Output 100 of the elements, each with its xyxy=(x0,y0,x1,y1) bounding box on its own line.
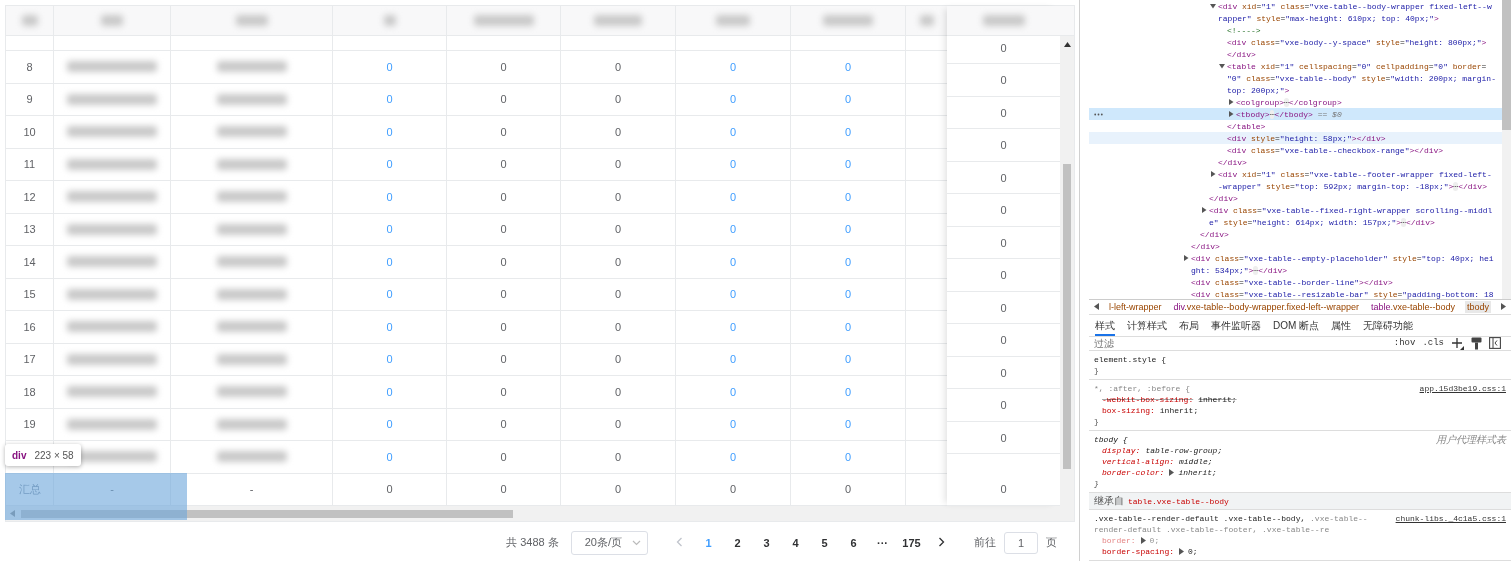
code-line[interactable]: <div class="vxe-table--border-line"></div> xyxy=(1191,277,1393,287)
plus-icon[interactable] xyxy=(1451,336,1464,350)
stylesheet-link[interactable]: app.15d3be19.css:1 xyxy=(1419,384,1506,393)
cell-value: 0 xyxy=(500,353,507,366)
panel-tab[interactable]: 布局 xyxy=(1179,314,1199,336)
chevron-right-icon[interactable] xyxy=(937,536,945,547)
cell-value: 0 xyxy=(614,125,622,138)
more-icon[interactable] xyxy=(1094,113,1103,116)
css-declaration[interactable]: vertical-align: middle; xyxy=(1094,456,1213,467)
css-declaration[interactable]: border-spacing: 0; xyxy=(1094,546,1198,557)
code-line[interactable]: <div xid="1" class="vxe-table--body-wrapper fixed-left--w xyxy=(1218,1,1492,11)
scrollbar-thumb[interactable] xyxy=(1502,0,1511,130)
css-declaration[interactable]: border-color: inherit; xyxy=(1094,467,1217,478)
expand-triangle-icon[interactable] xyxy=(1169,469,1176,476)
page-button[interactable]: 4 xyxy=(781,531,810,554)
code-line[interactable]: <div class="vxe-body--y-space" style="height: 800px;"> xyxy=(1227,37,1487,47)
blurred-text xyxy=(216,158,287,170)
code-line[interactable]: -wrapper" style="top: 592px; margin-top: -18px;">⋯</div> xyxy=(1218,181,1487,191)
code-line[interactable]: rapper" style="max-height: 610px; top: 40px;"> xyxy=(1218,13,1439,23)
closing-brace: } xyxy=(1094,479,1099,488)
blurred-text xyxy=(216,418,287,430)
row-number: 13 xyxy=(23,223,36,236)
code-line[interactable]: <div class="vxe-table--resizable-bar" style="padding-bottom: 18 xyxy=(1191,289,1494,299)
panel-tab[interactable]: DOM 断点 xyxy=(1273,314,1320,336)
breadcrumb[interactable]: div.vxe-table--body-wrapper.fixed-left--wrapper xyxy=(1171,300,1361,313)
cell-value: 0 xyxy=(500,255,507,268)
panel-tab[interactable]: 事件监听器 xyxy=(1211,314,1261,336)
code-line[interactable]: <colgroup>⋯</colgroup> xyxy=(1236,97,1342,107)
collapsed-triangle-icon[interactable] xyxy=(1228,111,1234,117)
page-button[interactable]: 175 xyxy=(897,531,926,554)
code-line[interactable]: <div class="vxe-table--checkbox-range"></div> xyxy=(1227,145,1444,155)
css-selector: *, :after, :before { xyxy=(1094,384,1190,393)
breadcrumb[interactable]: l-left-wrapper xyxy=(1107,300,1164,313)
panel-tab[interactable]: 无障碍功能 xyxy=(1363,314,1414,336)
filter-field[interactable]: 过滤 xyxy=(1094,337,1387,349)
stylesheet-link[interactable]: chunk-libs._4c1a5.css:1 xyxy=(1395,514,1506,523)
collapsed-triangle-icon[interactable] xyxy=(1183,255,1189,261)
code-line[interactable]: </table> xyxy=(1227,121,1266,131)
collapsed-triangle-icon[interactable] xyxy=(1210,171,1216,177)
page-button[interactable]: 2 xyxy=(723,531,752,554)
code-line[interactable]: </div> xyxy=(1227,49,1256,59)
goto-page-field[interactable]: 1 xyxy=(1004,531,1038,554)
scrollbar-thumb[interactable] xyxy=(1063,164,1071,469)
panel-tab[interactable]: 样式 xyxy=(1095,314,1115,336)
expanded-triangle-icon[interactable] xyxy=(1210,3,1216,9)
right-arrow-icon[interactable] xyxy=(1501,303,1506,311)
code-line[interactable]: <div class="vxe-table--empty-placeholder" style="top: 40px; hei xyxy=(1191,253,1494,263)
css-declaration[interactable]: display: table-row-group; xyxy=(1094,445,1223,456)
blurred-text xyxy=(216,353,287,365)
code-line[interactable]: <tbody>⋯</tbody> == $0 xyxy=(1236,109,1342,119)
cell-value: 0 xyxy=(614,158,622,171)
page-button[interactable]: 3 xyxy=(752,531,781,554)
cell-value: 0 xyxy=(500,418,507,431)
code-line[interactable]: <div class="vxe-table--fixed-right-wrapper scrolling--middl xyxy=(1209,205,1493,215)
css-declaration[interactable]: -webkit-box-sizing: inherit; xyxy=(1094,394,1237,405)
breadcrumb[interactable]: table.vxe-table--body xyxy=(1368,300,1457,313)
vertical-scrollbar[interactable] xyxy=(1060,36,1074,506)
cell-value: 0 xyxy=(500,450,507,463)
vertical-scrollbar[interactable] xyxy=(1502,0,1511,299)
cell-value: 0 xyxy=(500,93,507,106)
horizontal-scrollbar[interactable] xyxy=(5,506,1075,522)
panel-toggle-icon[interactable] xyxy=(1489,337,1501,350)
brush-icon[interactable] xyxy=(1471,336,1482,350)
up-arrow-icon[interactable] xyxy=(1063,42,1071,47)
page-button[interactable]: 5 xyxy=(810,531,839,554)
left-arrow-icon[interactable] xyxy=(1094,303,1099,311)
code-line[interactable]: </div> xyxy=(1218,157,1247,167)
highlighted-row[interactable]: <div style="height: 58px;"></div> xyxy=(1089,132,1502,144)
expand-triangle-icon[interactable] xyxy=(1179,548,1185,555)
row-number: 10 xyxy=(23,125,36,138)
cell-value: - xyxy=(249,483,254,496)
code-line[interactable]: <table xid="1" cellspacing="0" cellpadding="0" border= xyxy=(1227,61,1487,71)
panel-tab[interactable]: 属性 xyxy=(1331,314,1352,336)
page-button[interactable]: 6 xyxy=(839,531,868,554)
toggle-button[interactable]: .cls xyxy=(1422,338,1444,349)
code-line[interactable]: </div> xyxy=(1209,193,1238,203)
code-line[interactable]: <!----> xyxy=(1227,25,1261,35)
inherited-source[interactable]: table.vxe-table--body xyxy=(1128,496,1229,506)
more-pages-button[interactable]: ··· xyxy=(868,531,897,554)
code-line[interactable]: </div> xyxy=(1200,229,1229,239)
code-line[interactable]: <div xid="1" class="vxe-table--footer-wrapper fixed-left- xyxy=(1218,169,1492,179)
panel-tab[interactable]: 计算样式 xyxy=(1127,314,1167,336)
code-line[interactable]: e" style="height: 614px; width: 157px;">⋯</div> xyxy=(1209,217,1435,227)
toggle-button[interactable]: :hov xyxy=(1393,338,1416,349)
cell-value: 0 xyxy=(614,450,622,463)
page-size-select[interactable]: 20条/页 xyxy=(570,530,648,555)
breadcrumb[interactable]: tbody xyxy=(1465,300,1492,313)
code-line[interactable]: ght: 534px;">⋯</div> xyxy=(1191,265,1288,275)
css-declaration[interactable]: box-sizing: inherit; xyxy=(1094,405,1199,416)
code-line[interactable]: </div> xyxy=(1191,241,1220,251)
highlighted-row[interactable]: <tbody>⋯</tbody> == $0 xyxy=(1089,108,1502,120)
cell-value: 0 xyxy=(500,483,507,496)
code-line[interactable]: <div style="height: 58px;"></div> xyxy=(1227,133,1386,143)
code-line[interactable]: top: 200px;"> xyxy=(1227,85,1290,95)
cell-value: 0 xyxy=(1000,431,1007,444)
collapsed-triangle-icon[interactable] xyxy=(1201,207,1207,213)
expanded-triangle-icon[interactable] xyxy=(1219,63,1225,69)
code-line[interactable]: "0" class="vxe-table--body" style="width: 200px; margin- xyxy=(1227,73,1496,83)
collapsed-triangle-icon[interactable] xyxy=(1228,99,1234,105)
scrollbar-thumb[interactable] xyxy=(21,509,513,518)
